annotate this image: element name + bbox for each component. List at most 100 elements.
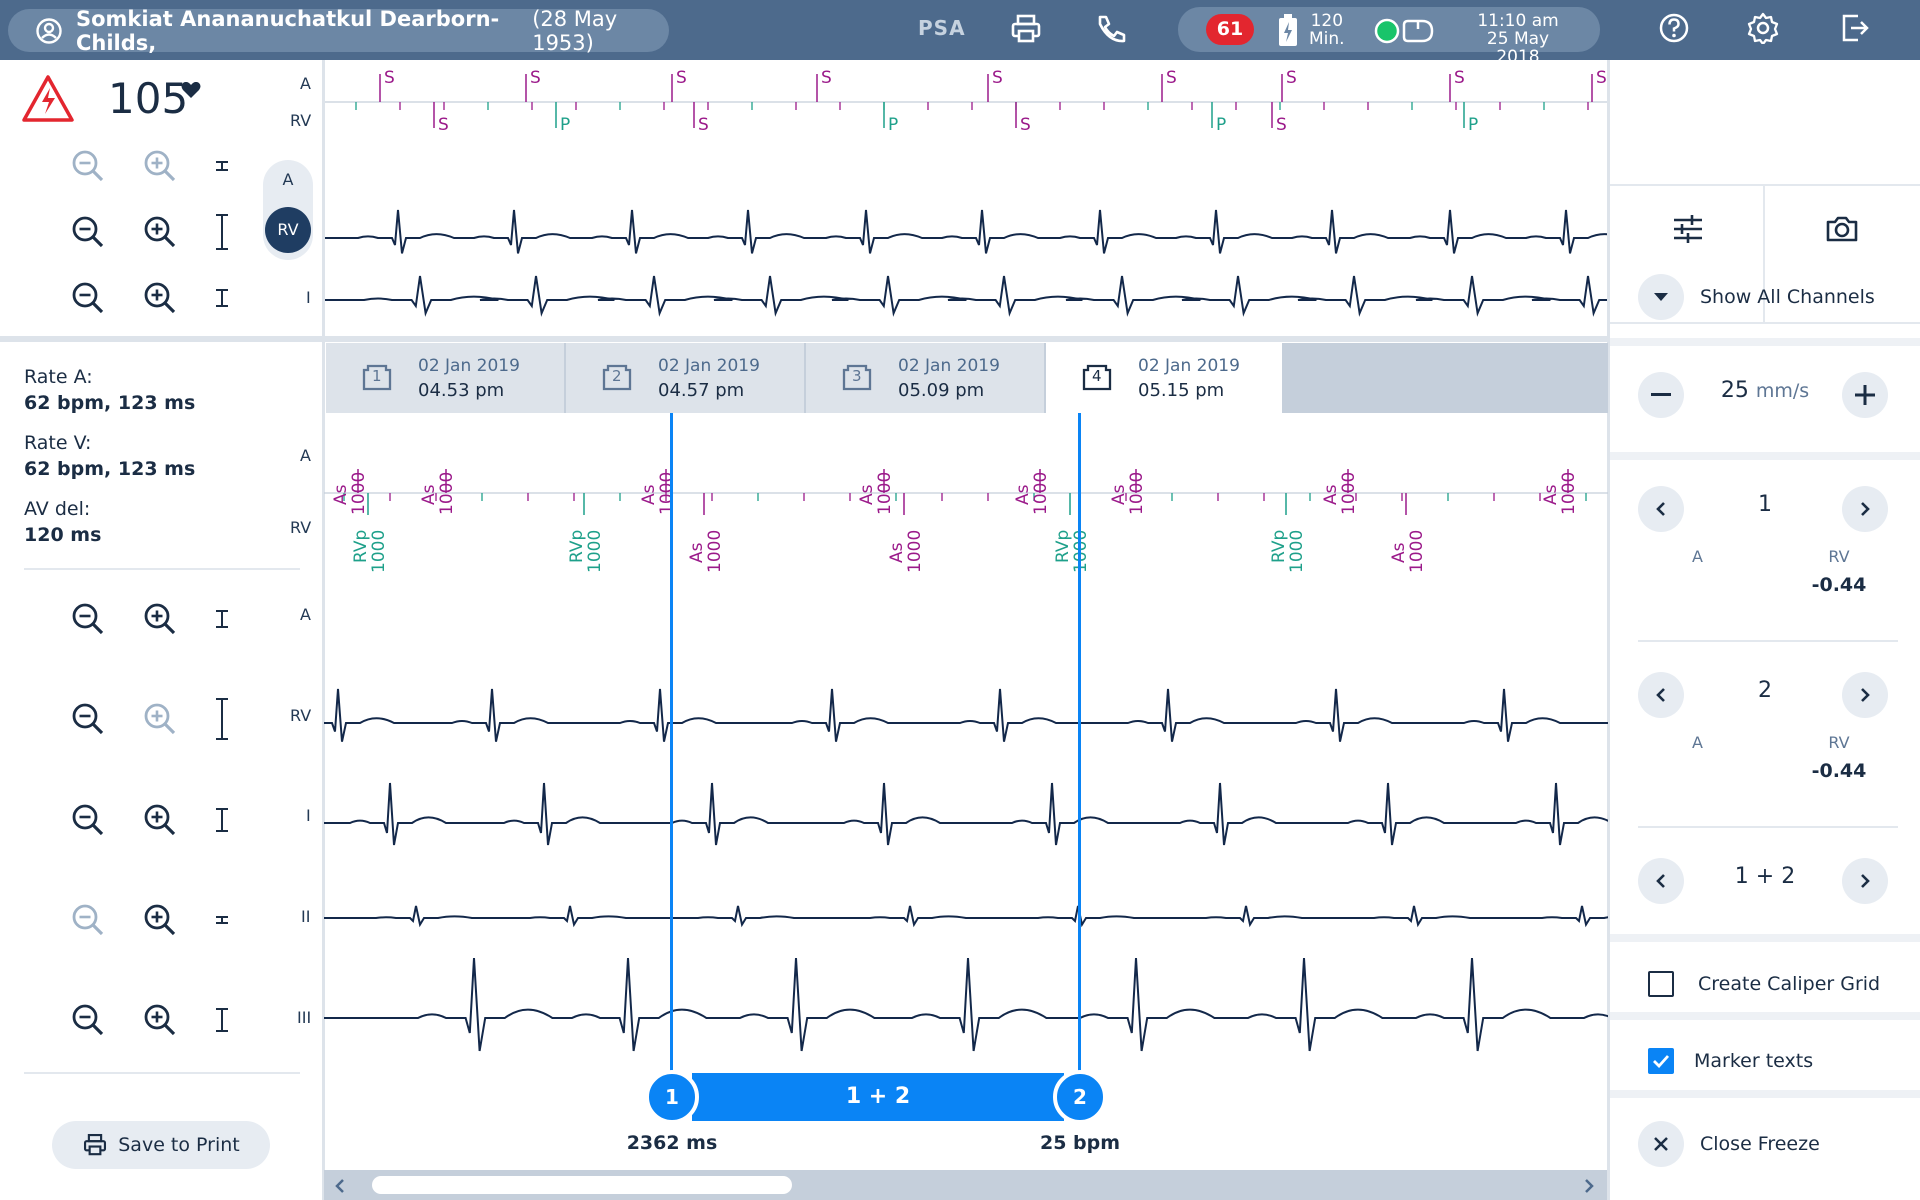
- zoom-out-icon: [72, 804, 104, 836]
- caliper1-number: 1: [1758, 492, 1772, 517]
- marker-value: 1000: [875, 472, 895, 515]
- show-all-channels-label: Show All Channels: [1700, 286, 1875, 308]
- toggle-rv[interactable]: RV: [265, 207, 311, 253]
- frozen-ecg-strip: As 1000 As 1000 As 1000 As 1000 As 1000 As 10…: [324, 469, 1608, 1052]
- zoom-out-button[interactable]: [71, 602, 105, 636]
- caliper1-next-button[interactable]: [1842, 486, 1888, 532]
- patient-name: Somkiat Anananuchatkul Dearborn-Childs,: [76, 6, 500, 55]
- rate-v-label: Rate V:: [24, 432, 92, 454]
- marker-texts-checkbox[interactable]: Marker texts: [1648, 1041, 1918, 1081]
- zoom-out-button[interactable]: [71, 215, 105, 249]
- zoom-in-button[interactable]: [143, 602, 177, 636]
- caliper-pair-prev-button[interactable]: [1638, 858, 1684, 904]
- zoom-in-button[interactable]: [143, 803, 177, 837]
- marker-value: 1000: [1287, 530, 1307, 573]
- marker-rv-label: P: [1216, 115, 1226, 135]
- caliper-line-1[interactable]: [670, 413, 673, 1073]
- zoom-out-button[interactable]: [71, 149, 105, 183]
- chevron-left-icon: [1656, 688, 1665, 702]
- tab-number: 1: [372, 367, 382, 385]
- checkbox-icon[interactable]: [1648, 971, 1674, 997]
- marker-a-label: S: [992, 68, 1003, 88]
- close-freeze-button[interactable]: Close Freeze: [1638, 1121, 1918, 1167]
- zoom-in-button[interactable]: [143, 215, 177, 249]
- caliper2-prev-button[interactable]: [1638, 672, 1684, 718]
- zoom-out-button[interactable]: [71, 903, 105, 937]
- caliper-line-2[interactable]: [1078, 413, 1081, 1073]
- tab-time: 04.57 pm: [658, 380, 745, 401]
- av-del-label: AV del:: [24, 498, 91, 520]
- chevron-down-button[interactable]: [1638, 274, 1684, 320]
- caliper-handle-2[interactable]: 2: [1053, 1070, 1107, 1124]
- tab-snapshot-4[interactable]: 4 02 Jan 2019 05.15 pm: [1046, 343, 1284, 413]
- top-label-a: A: [300, 74, 311, 93]
- tab-snapshot-1[interactable]: 1 02 Jan 2019 04.53 pm: [326, 343, 566, 413]
- camera-icon: [1826, 216, 1858, 242]
- zoom-out-icon: [72, 150, 104, 182]
- toggle-a[interactable]: A: [263, 160, 313, 200]
- zoom-in-button[interactable]: [143, 149, 177, 183]
- horizontal-scrollbar[interactable]: [324, 1170, 1607, 1200]
- tab-snapshot-2[interactable]: 2 02 Jan 2019 04.57 pm: [566, 343, 806, 413]
- zoom-in-button[interactable]: [143, 1003, 177, 1037]
- zoom-in-button[interactable]: [143, 702, 177, 736]
- clock-time: 11:10 am: [1477, 11, 1559, 31]
- caliper-bar[interactable]: 1 + 2: [692, 1073, 1064, 1121]
- zoom-in-button[interactable]: [143, 281, 177, 315]
- save-to-print-label: Save to Print: [118, 1134, 240, 1156]
- help-icon[interactable]: [1658, 12, 1690, 44]
- connection-icon[interactable]: [1374, 17, 1446, 45]
- alert-triangle-icon[interactable]: [21, 74, 75, 124]
- marker-a-label: S: [676, 68, 687, 88]
- caliper2-next-button[interactable]: [1842, 672, 1888, 718]
- amplitude-scale-bar: [216, 610, 228, 628]
- checkbox-checked-icon[interactable]: [1648, 1048, 1674, 1074]
- scale-bar-stem: [221, 810, 223, 830]
- main-label-a: A: [300, 605, 311, 624]
- speed-increase-button[interactable]: [1842, 372, 1888, 418]
- patient-pill[interactable]: Somkiat Anananuchatkul Dearborn-Childs, …: [8, 6, 669, 55]
- close-button[interactable]: [1638, 1121, 1684, 1167]
- av-del-value: 120 ms: [24, 524, 102, 546]
- zoom-out-button[interactable]: [71, 281, 105, 315]
- speed-decrease-button[interactable]: [1638, 372, 1684, 418]
- zoom-out-button[interactable]: [71, 1003, 105, 1037]
- tab-snapshot-3[interactable]: 3 02 Jan 2019 05.09 pm: [806, 343, 1046, 413]
- psa-label[interactable]: PSA: [918, 16, 966, 40]
- marker-label-rv: RV: [290, 518, 312, 537]
- zoom-in-button[interactable]: [143, 903, 177, 937]
- caliper1-prev-button[interactable]: [1638, 486, 1684, 532]
- marker-code: As: [887, 542, 907, 563]
- scroll-thumb[interactable]: [372, 1176, 792, 1194]
- create-caliper-grid-label: Create Caliper Grid: [1698, 973, 1881, 995]
- trace-rv: [324, 209, 1608, 254]
- heart-rate-value: 105: [108, 74, 189, 123]
- zoom-out-button[interactable]: [71, 803, 105, 837]
- save-to-print-button[interactable]: Save to Print: [52, 1121, 270, 1169]
- show-all-channels-dropdown[interactable]: Show All Channels: [1638, 274, 1918, 320]
- marker-code: RVp: [351, 530, 371, 563]
- marker-value: 1000: [657, 472, 677, 515]
- marker-rv-text: RVp1000: [1269, 530, 1307, 573]
- scroll-right-icon[interactable]: [1583, 1178, 1595, 1194]
- zoom-in-icon: [144, 150, 176, 182]
- marker-rv-text: As1000: [1389, 530, 1427, 573]
- scroll-left-icon[interactable]: [334, 1178, 346, 1194]
- zoom-out-button[interactable]: [71, 702, 105, 736]
- settings-icon[interactable]: [1747, 12, 1779, 44]
- logout-icon[interactable]: [1839, 12, 1871, 44]
- amplitude-scale-bar: [216, 916, 228, 924]
- snapshot-tabs: 1 02 Jan 2019 04.53 pm 2 02 Jan 2019 04.…: [326, 343, 1608, 413]
- printer-icon[interactable]: [1010, 12, 1042, 46]
- scale-bar-stem: [221, 1010, 223, 1030]
- caliper-handle-1[interactable]: 1: [645, 1070, 699, 1124]
- phone-icon[interactable]: [1094, 12, 1126, 46]
- create-caliper-grid-checkbox[interactable]: Create Caliper Grid: [1648, 964, 1918, 1004]
- marker-value: 1000: [1071, 530, 1091, 573]
- marker-code: RVp: [1053, 530, 1073, 563]
- marker-a-text: As 1000: [1321, 472, 1359, 515]
- zoom-in-icon: [144, 1004, 176, 1036]
- caliper-pair-next-button[interactable]: [1842, 858, 1888, 904]
- event-counter-badge[interactable]: 61: [1206, 14, 1254, 45]
- tab-number: 3: [852, 367, 862, 385]
